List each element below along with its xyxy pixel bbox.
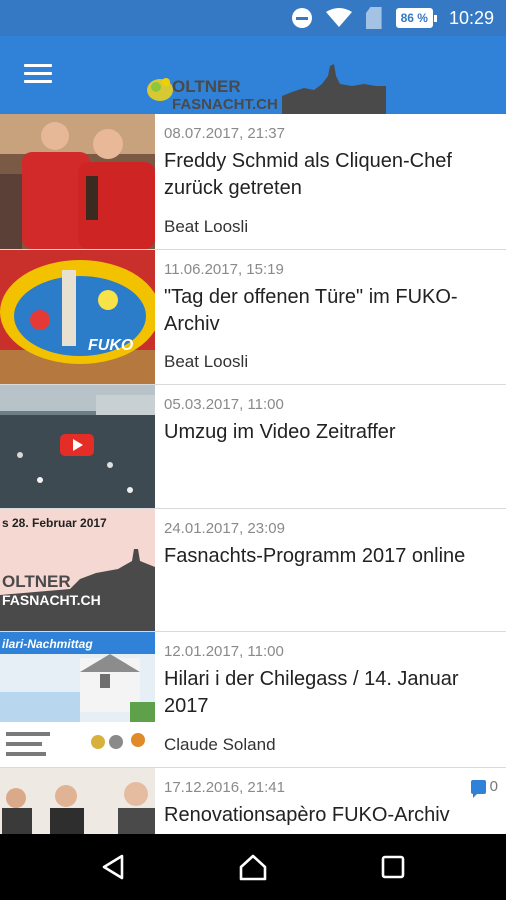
home-button[interactable]	[218, 834, 288, 900]
article-date: 11.06.2017, 15:19	[164, 261, 284, 278]
comment-count[interactable]: 0	[470, 778, 498, 798]
recents-button[interactable]	[358, 834, 428, 900]
article-title[interactable]: Freddy Schmid als Cliquen-Chef zurück ge…	[164, 148, 496, 202]
article-title[interactable]: Umzug im Video Zeitraffer	[164, 419, 496, 446]
article-list[interactable]: 08.07.2017, 21:37 Freddy Schmid als Cliq…	[0, 114, 506, 834]
article-title[interactable]: Renovationsapèro FUKO-Archiv	[164, 802, 496, 829]
menu-button[interactable]	[24, 62, 54, 86]
sim-icon	[365, 7, 382, 29]
thumbnail-fuko-text: FUKO	[88, 337, 134, 354]
article-thumbnail	[0, 385, 155, 508]
back-icon	[102, 854, 124, 880]
menu-icon-bar	[24, 64, 52, 67]
logo-line1: OLTNER	[172, 77, 241, 96]
article-author: Claude Soland	[164, 735, 276, 754]
status-icons: 86 % 10:29	[291, 0, 494, 36]
thumbnail-title-text: ilari-Nachmittag	[2, 637, 93, 651]
article-thumbnail	[0, 114, 155, 249]
list-item[interactable]: s 28. Februar 2017 OLTNER FASNACHT.CH 24…	[0, 509, 506, 632]
article-date: 17.12.2016, 21:41	[164, 779, 285, 796]
article-date: 05.03.2017, 11:00	[164, 396, 284, 413]
article-date: 24.01.2017, 23:09	[164, 520, 285, 537]
article-meta: 24.01.2017, 23:09 Fasnachts-Programm 201…	[164, 519, 496, 570]
article-thumbnail: FUKO	[0, 250, 155, 384]
thumbnail-logo-line1: OLTNER	[2, 572, 71, 591]
article-author: Beat Loosli	[164, 217, 249, 236]
article-title[interactable]: Fasnachts-Programm 2017 online	[164, 543, 496, 570]
list-item[interactable]: 17.12.2016, 21:41 Renovationsapèro FUKO-…	[0, 768, 506, 834]
list-item[interactable]: 08.07.2017, 21:37 Freddy Schmid als Cliq…	[0, 114, 506, 250]
status-time: 10:29	[448, 7, 494, 28]
navigation-bar	[0, 834, 506, 900]
article-author: Beat Loosli	[164, 352, 249, 371]
logo-line2: FASNACHT.CH	[172, 96, 278, 113]
list-item[interactable]: FUKO 11.06.2017, 15:19 "Tag der offenen …	[0, 250, 506, 385]
recents-icon	[381, 855, 405, 879]
do-not-disturb-icon	[291, 8, 312, 28]
article-title[interactable]: "Tag der offenen Türe" im FUKO-Archiv	[164, 284, 496, 338]
comment-count-value: 0	[489, 778, 498, 795]
back-button[interactable]	[78, 834, 148, 900]
article-meta: 17.12.2016, 21:41 Renovationsapèro FUKO-…	[164, 778, 496, 829]
article-meta: 05.03.2017, 11:00 Umzug im Video Zeitraf…	[164, 395, 496, 446]
article-meta: 11.06.2017, 15:19 "Tag der offenen Türe"…	[164, 260, 496, 338]
article-meta: 08.07.2017, 21:37 Freddy Schmid als Cliq…	[164, 124, 496, 202]
article-date: 12.01.2017, 11:00	[164, 643, 284, 660]
list-item[interactable]: 05.03.2017, 11:00 Umzug im Video Zeitraf…	[0, 385, 506, 509]
battery-icon: 86 %	[395, 8, 438, 28]
article-meta: 12.01.2017, 11:00 Hilari i der Chilegass…	[164, 642, 496, 720]
article-thumbnail: s 28. Februar 2017 OLTNER FASNACHT.CH	[0, 509, 155, 631]
list-item[interactable]: ilari-Nachmittag 12.01.2017, 11:00 Hilar…	[0, 632, 506, 768]
home-icon	[239, 854, 267, 881]
comment-icon	[470, 779, 486, 798]
menu-icon-bar	[24, 80, 52, 83]
article-title[interactable]: Hilari i der Chilegass / 14. Januar 2017	[164, 666, 496, 720]
thumbnail-logo-line2: FASNACHT.CH	[2, 592, 101, 608]
app-logo: OLTNER FASNACHT.CH	[142, 62, 386, 114]
thumbnail-date-text: s 28. Februar 2017	[2, 516, 107, 530]
menu-icon-bar	[24, 72, 52, 75]
article-thumbnail	[0, 768, 155, 834]
article-thumbnail: ilari-Nachmittag	[0, 632, 155, 767]
article-date: 08.07.2017, 21:37	[164, 125, 285, 142]
wifi-icon	[325, 8, 352, 27]
status-bar: 86 % 10:29	[0, 0, 506, 36]
